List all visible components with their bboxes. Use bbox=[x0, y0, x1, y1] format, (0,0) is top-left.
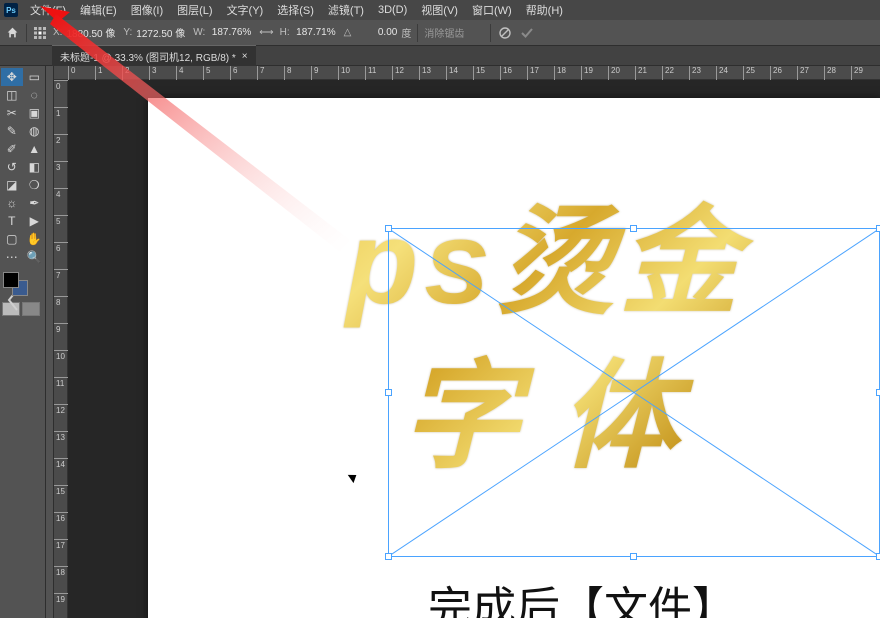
transform-handle[interactable] bbox=[876, 553, 880, 560]
artboard-tool-icon[interactable]: ▭ bbox=[24, 68, 46, 86]
lasso-tool-icon[interactable]: ◌ bbox=[24, 86, 46, 104]
link-aspect-icon[interactable]: ⟷ bbox=[259, 27, 273, 38]
menu-image[interactable]: 图像(I) bbox=[125, 0, 169, 20]
home-icon[interactable] bbox=[4, 25, 20, 41]
frame-tool-icon[interactable]: ▣ bbox=[24, 104, 46, 122]
separator bbox=[26, 24, 27, 42]
menu-window[interactable]: 窗口(W) bbox=[466, 0, 518, 20]
marquee-tool-icon[interactable]: ◫ bbox=[1, 86, 23, 104]
path-select-icon[interactable]: ▶ bbox=[24, 212, 46, 230]
transform-bbox[interactable] bbox=[388, 228, 880, 557]
menu-layer[interactable]: 图层(L) bbox=[171, 0, 218, 20]
eraser-tool-icon[interactable]: ◧ bbox=[24, 158, 46, 176]
crop-tool-icon[interactable]: ✂ bbox=[1, 104, 23, 122]
menu-edit[interactable]: 编辑(E) bbox=[74, 0, 123, 20]
patch-tool-icon[interactable]: ◍ bbox=[24, 122, 46, 140]
transform-handle[interactable] bbox=[385, 389, 392, 396]
menu-filter[interactable]: 滤镜(T) bbox=[322, 0, 370, 20]
separator bbox=[490, 24, 491, 42]
app-logo-icon: Ps bbox=[4, 3, 18, 17]
history-brush-icon[interactable]: ↺ bbox=[1, 158, 23, 176]
more-tools-icon[interactable]: ⋯ bbox=[1, 248, 23, 266]
close-tab-icon[interactable]: × bbox=[242, 51, 248, 62]
document-tab[interactable]: 未标题-1 @ 33.3% (图司机12, RGB/8) * × bbox=[52, 45, 256, 67]
transform-handle[interactable] bbox=[876, 389, 880, 396]
transform-handle[interactable] bbox=[876, 225, 880, 232]
transform-handle[interactable] bbox=[630, 225, 637, 232]
menu-3d[interactable]: 3D(D) bbox=[372, 2, 413, 18]
stamp-tool-icon[interactable]: ▲ bbox=[24, 140, 46, 158]
x-value[interactable]: 1880.50 像 bbox=[64, 24, 117, 41]
horizontal-ruler[interactable]: 0123456789101112131415161718192021222324… bbox=[54, 66, 880, 80]
reference-point-icon[interactable] bbox=[33, 26, 47, 40]
menu-select[interactable]: 选择(S) bbox=[271, 0, 320, 20]
menu-file[interactable]: 文件(F) bbox=[24, 0, 72, 20]
y-field[interactable]: Y:1272.50 像 bbox=[123, 24, 187, 41]
tool-panel: ✥▭ ◫◌ ✂▣ ✎◍ ✐▲ ↺◧ ◪❍ ☼✒ T▶ ▢✋ ⋯🔍 bbox=[0, 66, 46, 618]
h-field[interactable]: H:187.71% bbox=[280, 26, 338, 39]
hand-tool-icon[interactable]: ✋ bbox=[24, 230, 46, 248]
angle-label: △ bbox=[344, 27, 352, 38]
menu-view[interactable]: 视图(V) bbox=[415, 0, 464, 20]
eyedropper-tool-icon[interactable]: ✎ bbox=[1, 122, 23, 140]
blur-tool-icon[interactable]: ❍ bbox=[24, 176, 46, 194]
w-label: W: bbox=[193, 27, 205, 38]
antialias-label[interactable]: 消除锯齿 bbox=[424, 25, 464, 40]
transform-handle[interactable] bbox=[385, 553, 392, 560]
shape-tool-icon[interactable]: ▢ bbox=[1, 230, 23, 248]
y-value[interactable]: 1272.50 像 bbox=[134, 24, 187, 41]
cancel-transform-icon[interactable] bbox=[497, 25, 513, 41]
tab-bar: 未标题-1 @ 33.3% (图司机12, RGB/8) * × bbox=[0, 46, 880, 66]
w-field[interactable]: W:187.76% bbox=[193, 26, 253, 39]
h-value[interactable]: 187.71% bbox=[292, 26, 338, 39]
dodge-tool-icon[interactable]: ☼ bbox=[1, 194, 23, 212]
foreground-color-swatch[interactable] bbox=[3, 272, 19, 288]
transform-handle[interactable] bbox=[385, 225, 392, 232]
canvas-area[interactable]: 0123456789101112131415161718192021222324… bbox=[54, 66, 880, 618]
y-label: Y: bbox=[123, 27, 132, 38]
brush-tool-icon[interactable]: ✐ bbox=[1, 140, 23, 158]
w-value[interactable]: 187.76% bbox=[207, 26, 253, 39]
pen-tool-icon[interactable]: ✒ bbox=[24, 194, 46, 212]
x-label: X: bbox=[53, 27, 62, 38]
transform-handle[interactable] bbox=[630, 553, 637, 560]
document-tab-title: 未标题-1 @ 33.3% (图司机12, RGB/8) * bbox=[60, 49, 236, 64]
angle-value[interactable]: 0.00 bbox=[353, 26, 399, 39]
zoom-tool-icon[interactable]: 🔍 bbox=[24, 248, 46, 266]
h-label: H: bbox=[280, 27, 290, 38]
menu-bar: Ps 文件(F) 编辑(E) 图像(I) 图层(L) 文字(Y) 选择(S) 滤… bbox=[0, 0, 880, 20]
options-bar: X:1880.50 像 Y:1272.50 像 W:187.76% ⟷ H:18… bbox=[0, 20, 880, 46]
type-tool-icon[interactable]: T bbox=[1, 212, 23, 230]
gradient-tool-icon[interactable]: ◪ bbox=[1, 176, 23, 194]
menu-help[interactable]: 帮助(H) bbox=[520, 0, 569, 20]
commit-transform-icon[interactable] bbox=[519, 25, 535, 41]
x-field[interactable]: X:1880.50 像 bbox=[53, 24, 117, 41]
angle-field[interactable]: △0.00度 bbox=[344, 25, 412, 40]
separator bbox=[417, 24, 418, 42]
caption-text: 完成后【文件】 bbox=[428, 572, 736, 618]
menu-type[interactable]: 文字(Y) bbox=[221, 0, 270, 20]
panel-edge bbox=[46, 66, 54, 618]
move-tool-icon[interactable]: ✥ bbox=[1, 68, 23, 86]
angle-unit: 度 bbox=[401, 25, 411, 40]
vertical-ruler[interactable]: 0123456789101112131415161718192021 bbox=[54, 80, 68, 618]
